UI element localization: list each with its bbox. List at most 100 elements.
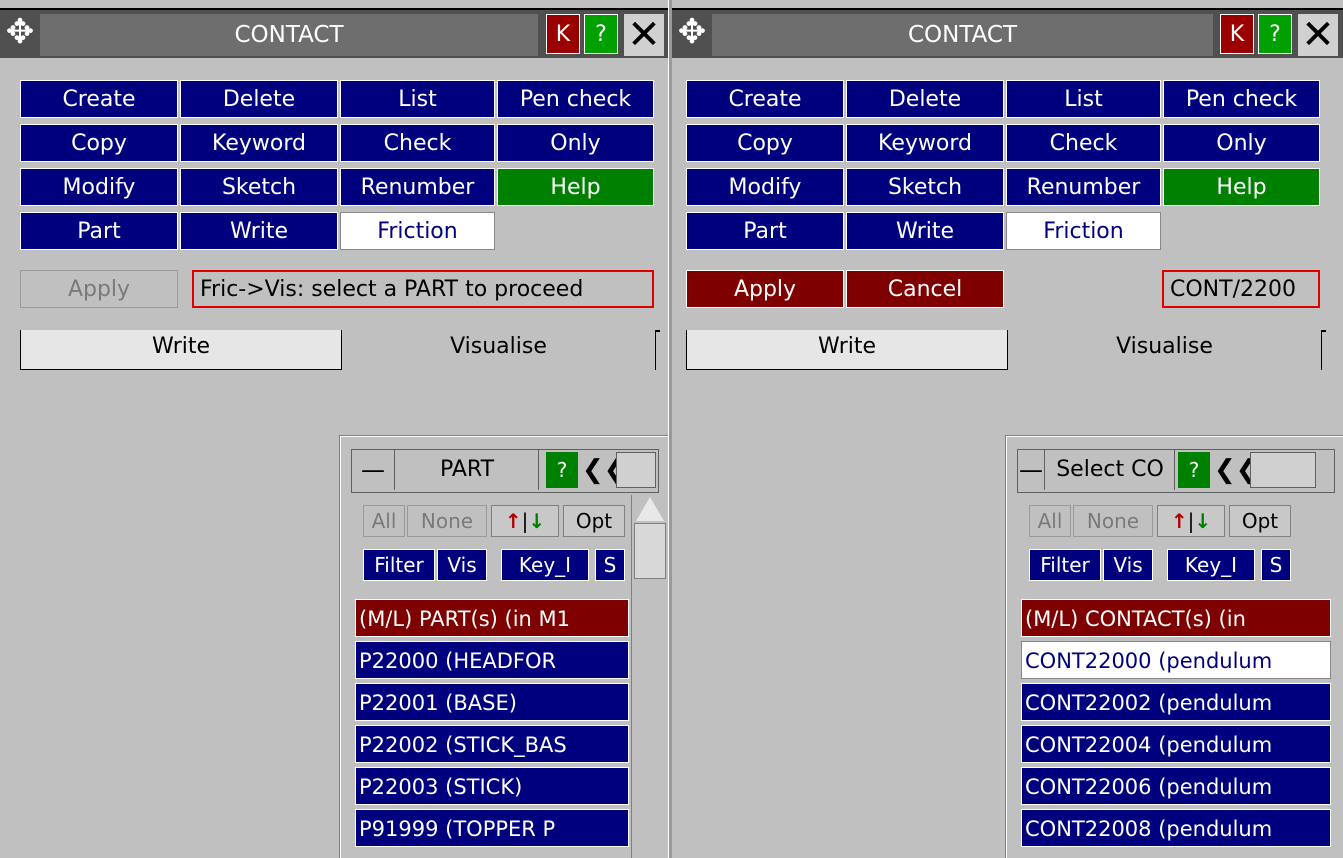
renumber-button[interactable]: Renumber xyxy=(340,168,495,206)
arrow-up-icon: ↑ xyxy=(1170,509,1188,533)
key-id-button[interactable]: Key_I xyxy=(1167,549,1255,581)
copy-button[interactable]: Copy xyxy=(686,124,844,162)
selector-title: Select CO xyxy=(1046,450,1175,490)
list-item[interactable]: P22001 (BASE) xyxy=(355,683,629,721)
tab-bar: Write Visualise xyxy=(20,330,660,370)
list-item[interactable]: CONT22004 (pendulum xyxy=(1021,725,1331,763)
title-bar[interactable]: ✥ CONTACT K ? ✕ xyxy=(672,8,1343,58)
filter-button[interactable]: Filter xyxy=(1029,549,1101,581)
window-title: CONTACT xyxy=(712,14,1213,56)
pen-check-button[interactable]: Pen check xyxy=(1163,80,1320,118)
check-button[interactable]: Check xyxy=(1006,124,1161,162)
s-button[interactable]: S xyxy=(1261,549,1291,581)
keyword-k-button[interactable]: K xyxy=(546,14,580,54)
tab-bar: Write Visualise xyxy=(686,330,1326,370)
selector-header: — PART ? ❮❮ xyxy=(351,449,659,493)
list-header-row: (M/L) PART(s) (in M1 xyxy=(355,599,629,637)
part-selector-panel: — PART ? ❮❮ All None ↑|↓ Opt Filter Vis … xyxy=(340,436,668,858)
minimize-icon[interactable]: — xyxy=(1018,450,1045,490)
vis-button[interactable]: Vis xyxy=(437,549,487,581)
sort-order-button[interactable]: ↑|↓ xyxy=(491,505,559,537)
sketch-button[interactable]: Sketch xyxy=(846,168,1004,206)
delete-button[interactable]: Delete xyxy=(180,80,338,118)
close-icon[interactable]: ✕ xyxy=(1298,14,1338,56)
selector-header: — Select CO ? ❮❮ xyxy=(1017,449,1335,493)
contact-panel-left: ✥ CONTACT K ? ✕ Create Delete List Pen c… xyxy=(0,0,668,858)
window-title: CONTACT xyxy=(40,14,538,56)
list-button[interactable]: List xyxy=(340,80,495,118)
check-button[interactable]: Check xyxy=(340,124,495,162)
only-button[interactable]: Only xyxy=(1163,124,1320,162)
modify-button[interactable]: Modify xyxy=(20,168,178,206)
help-button[interactable]: ? xyxy=(584,14,618,54)
create-button[interactable]: Create xyxy=(20,80,178,118)
keyword-button[interactable]: Keyword xyxy=(846,124,1004,162)
options-button[interactable]: Opt xyxy=(563,505,625,537)
list-button[interactable]: List xyxy=(1006,80,1161,118)
sketch-button[interactable]: Sketch xyxy=(180,168,338,206)
list-item[interactable]: CONT22008 (pendulum xyxy=(1021,809,1331,847)
collapse-icon[interactable]: ❮❮ xyxy=(582,450,626,490)
renumber-button[interactable]: Renumber xyxy=(1006,168,1161,206)
window-box-icon[interactable] xyxy=(616,452,656,488)
list-item[interactable]: P22000 (HEADFOR xyxy=(355,641,629,679)
selector-title: PART xyxy=(396,450,539,490)
filter-button[interactable]: Filter xyxy=(363,549,435,581)
scroll-up-icon[interactable] xyxy=(636,497,664,521)
write-button[interactable]: Write xyxy=(180,212,338,250)
tab-write[interactable]: Write xyxy=(686,330,1008,370)
contact-selector-panel: — Select CO ? ❮❮ All None ↑|↓ Opt Filter… xyxy=(1006,436,1343,858)
selector-help-button[interactable]: ? xyxy=(546,452,578,488)
list-item[interactable]: P22003 (STICK) xyxy=(355,767,629,805)
selector-help-button[interactable]: ? xyxy=(1178,452,1210,488)
help-text-button[interactable]: Help xyxy=(497,168,654,206)
modify-button[interactable]: Modify xyxy=(686,168,844,206)
part-button[interactable]: Part xyxy=(686,212,844,250)
cancel-button[interactable]: Cancel xyxy=(846,270,1004,308)
scrollbar[interactable] xyxy=(631,495,668,858)
tab-visualise[interactable]: Visualise xyxy=(1008,330,1322,370)
copy-button[interactable]: Copy xyxy=(20,124,178,162)
select-none-button[interactable]: None xyxy=(1073,505,1153,537)
window-box-icon[interactable] xyxy=(1250,452,1316,488)
tab-visualise[interactable]: Visualise xyxy=(342,330,656,370)
friction-button[interactable]: Friction xyxy=(340,212,495,250)
vis-button[interactable]: Vis xyxy=(1103,549,1153,581)
keyword-button[interactable]: Keyword xyxy=(180,124,338,162)
list-item[interactable]: P22002 (STICK_BAS xyxy=(355,725,629,763)
move-icon[interactable]: ✥ xyxy=(2,14,38,52)
arrow-down-icon: ↓ xyxy=(1194,509,1212,533)
only-button[interactable]: Only xyxy=(497,124,654,162)
list-header-row: (M/L) CONTACT(s) (in xyxy=(1021,599,1331,637)
select-none-button[interactable]: None xyxy=(407,505,487,537)
apply-button[interactable]: Apply xyxy=(20,270,178,308)
keyword-k-button[interactable]: K xyxy=(1220,14,1254,54)
minimize-icon[interactable]: — xyxy=(352,450,395,490)
options-button[interactable]: Opt xyxy=(1229,505,1291,537)
list-item-selected[interactable]: CONT22000 (pendulum xyxy=(1021,641,1331,679)
delete-button[interactable]: Delete xyxy=(846,80,1004,118)
help-button[interactable]: ? xyxy=(1258,14,1292,54)
part-button[interactable]: Part xyxy=(20,212,178,250)
sort-order-button[interactable]: ↑|↓ xyxy=(1157,505,1225,537)
collapse-icon[interactable]: ❮❮ xyxy=(1214,450,1258,490)
contact-panel-right: ✥ CONTACT K ? ✕ Create Delete List Pen c… xyxy=(672,0,1343,858)
close-icon[interactable]: ✕ xyxy=(624,14,664,56)
select-all-button[interactable]: All xyxy=(363,505,405,537)
help-text-button[interactable]: Help xyxy=(1163,168,1320,206)
create-button[interactable]: Create xyxy=(686,80,844,118)
scroll-thumb[interactable] xyxy=(634,523,666,579)
write-button[interactable]: Write xyxy=(846,212,1004,250)
friction-button[interactable]: Friction xyxy=(1006,212,1161,250)
list-item[interactable]: P91999 (TOPPER P xyxy=(355,809,629,847)
apply-button[interactable]: Apply xyxy=(686,270,844,308)
list-item[interactable]: CONT22002 (pendulum xyxy=(1021,683,1331,721)
title-bar[interactable]: ✥ CONTACT K ? ✕ xyxy=(0,8,668,58)
s-button[interactable]: S xyxy=(595,549,625,581)
select-all-button[interactable]: All xyxy=(1029,505,1071,537)
move-icon[interactable]: ✥ xyxy=(674,14,710,52)
list-item[interactable]: CONT22006 (pendulum xyxy=(1021,767,1331,805)
tab-write[interactable]: Write xyxy=(20,330,342,370)
key-id-button[interactable]: Key_I xyxy=(501,549,589,581)
pen-check-button[interactable]: Pen check xyxy=(497,80,654,118)
